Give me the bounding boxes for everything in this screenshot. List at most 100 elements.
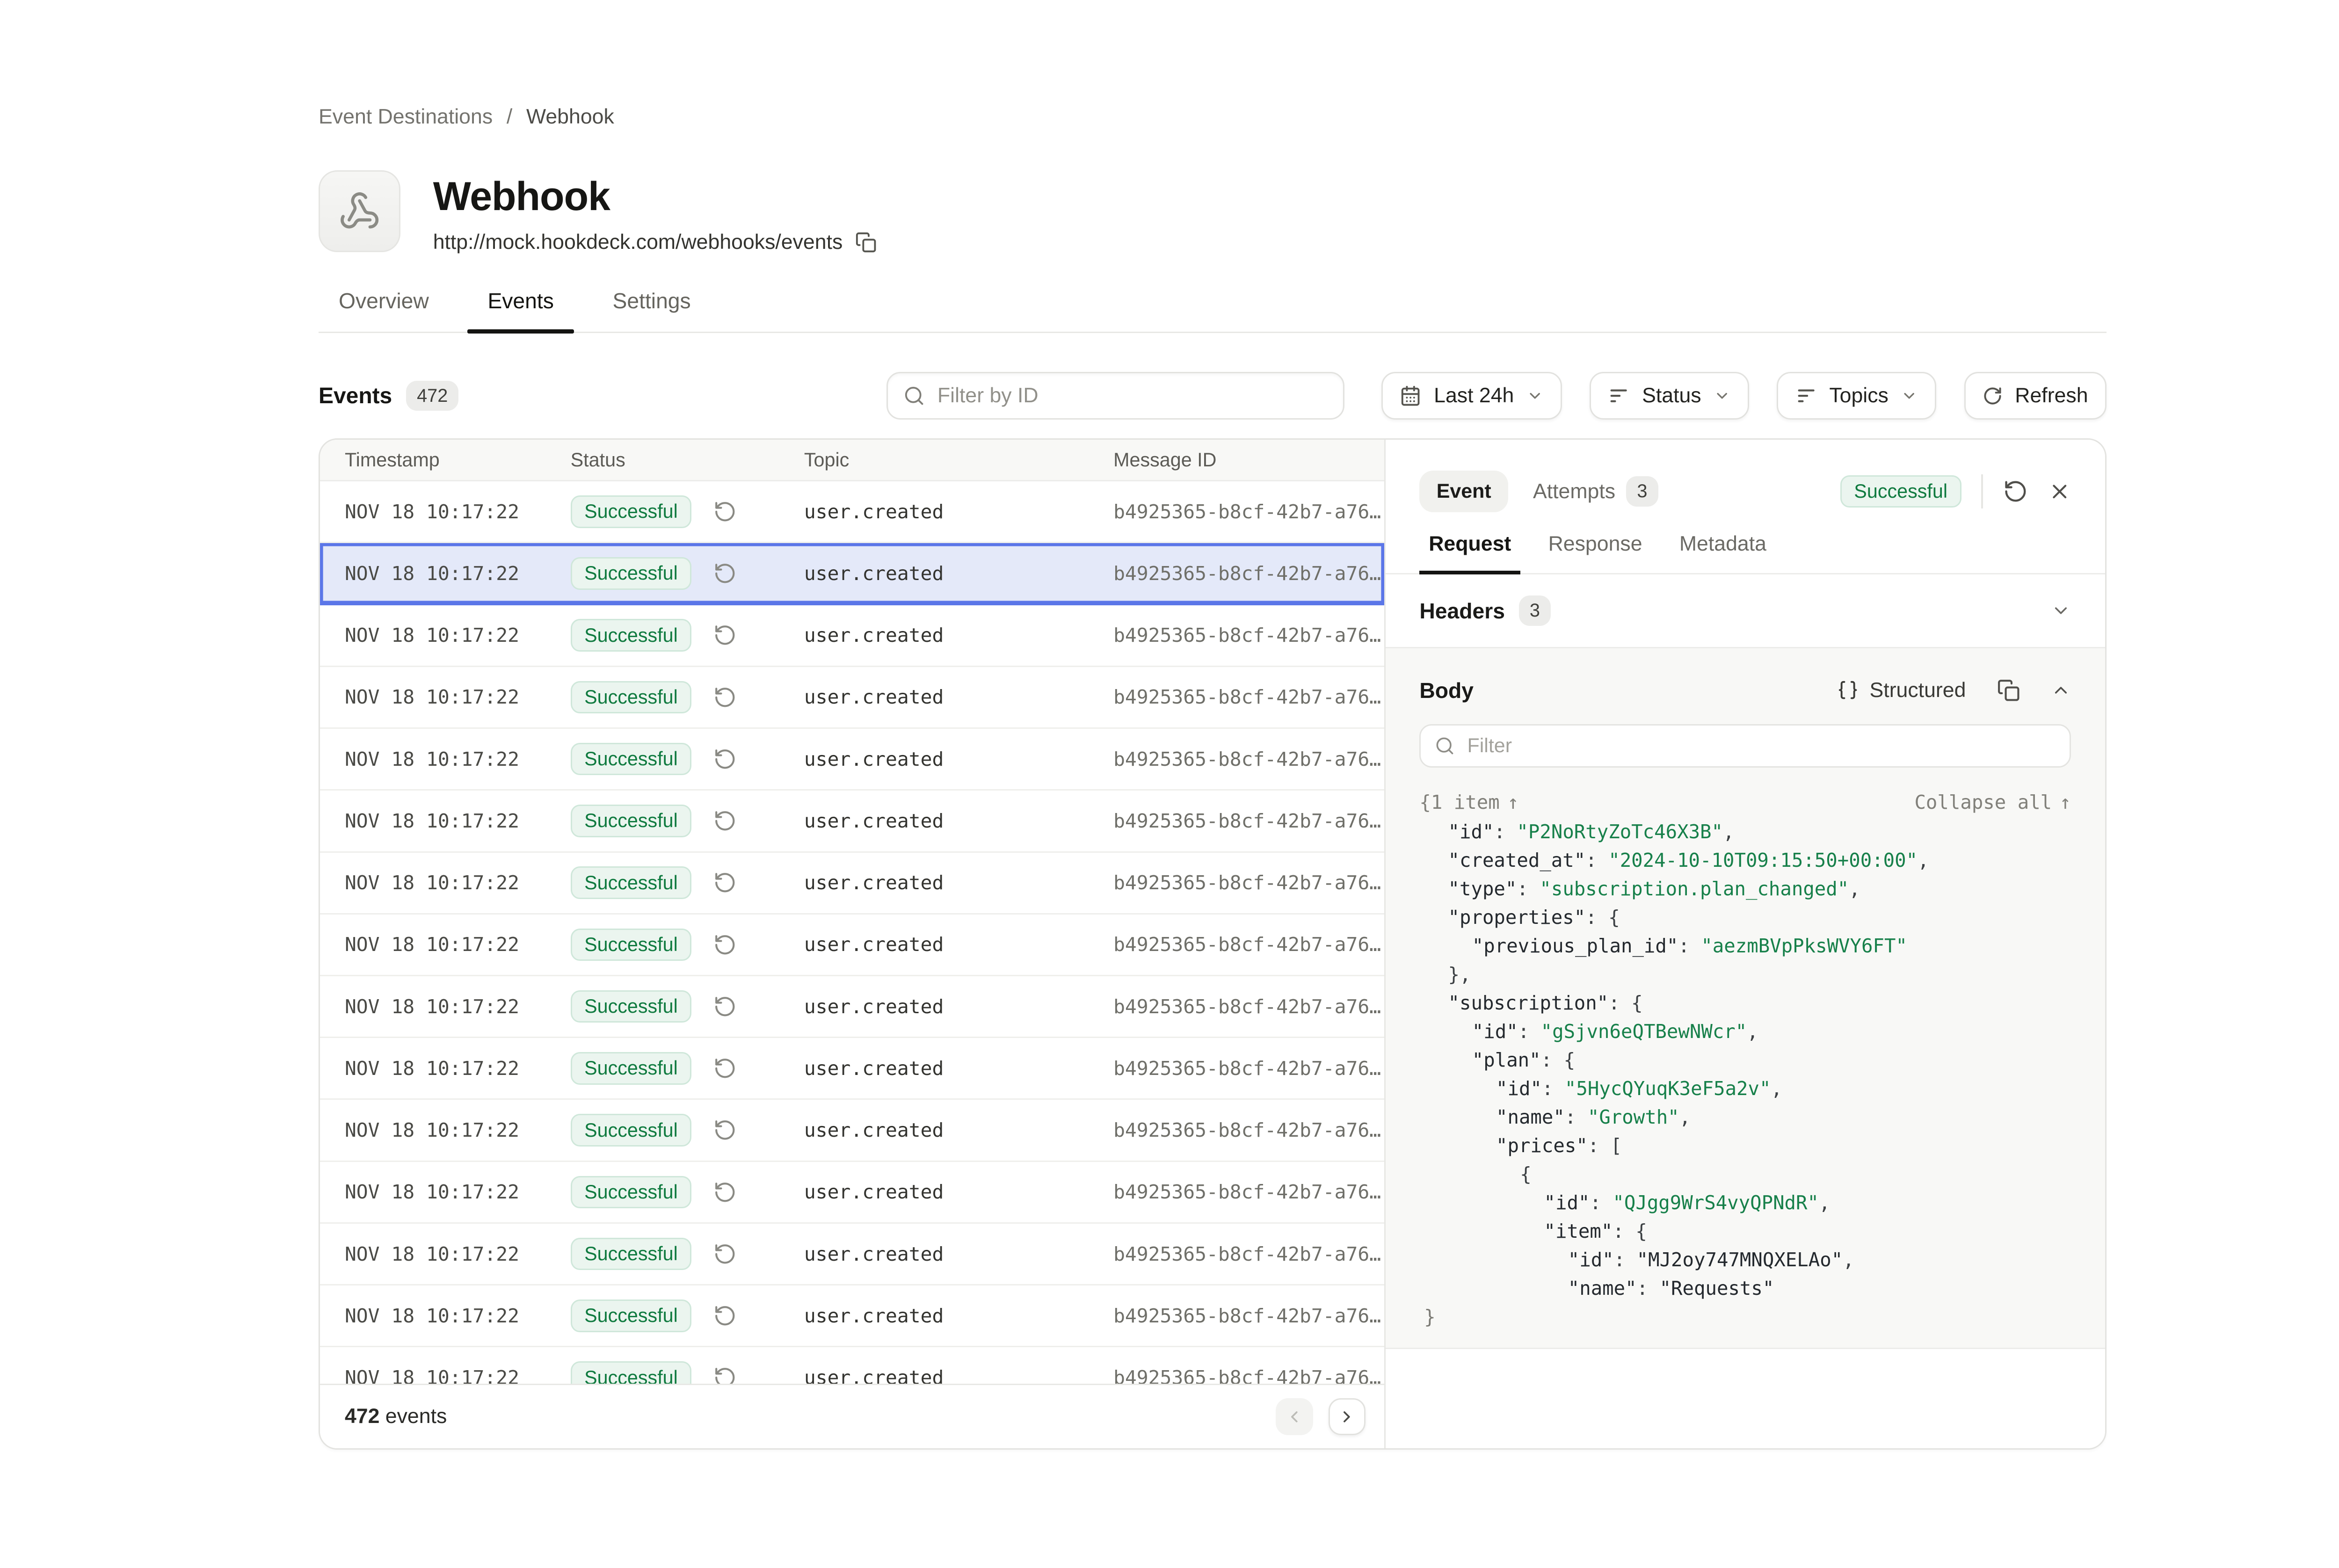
table-row[interactable]: NOV 18 10:17:22 Successful user.created … xyxy=(320,543,1384,605)
webhook-events-page: Event Destinations / Webhook Webhook htt… xyxy=(0,0,2339,1568)
table-row[interactable]: NOV 18 10:17:22 Successful user.created … xyxy=(320,1038,1384,1100)
search-icon xyxy=(1435,736,1455,756)
headers-label: Headers xyxy=(1419,598,1505,624)
table-row[interactable]: NOV 18 10:17:22 Successful user.created … xyxy=(320,667,1384,729)
collapse-all-button[interactable]: Collapse all ↑ xyxy=(1914,791,2071,813)
retry-row-icon[interactable] xyxy=(713,748,737,771)
status-badge: Successful xyxy=(571,1238,692,1270)
status-badge: Successful xyxy=(571,495,692,528)
table-row[interactable]: NOV 18 10:17:22 Successful user.created … xyxy=(320,729,1384,791)
headers-section-toggle[interactable]: Headers 3 xyxy=(1386,574,2105,649)
table-row[interactable]: NOV 18 10:17:22 Successful user.created … xyxy=(320,1347,1384,1385)
table-row[interactable]: NOV 18 10:17:22 Successful user.created … xyxy=(320,605,1384,667)
row-topic: user.created xyxy=(804,686,1113,708)
status-badge: Successful xyxy=(571,1299,692,1332)
topics-filter-button[interactable]: Topics xyxy=(1777,372,1936,420)
copy-url-icon[interactable] xyxy=(855,232,877,253)
retry-row-icon[interactable] xyxy=(713,624,737,647)
refresh-button[interactable]: Refresh xyxy=(1964,372,2107,420)
panel-tab-event[interactable]: Event xyxy=(1419,471,1508,512)
row-timestamp: NOV 18 10:17:22 xyxy=(345,686,571,708)
status-badge: Successful xyxy=(571,929,692,961)
subtab-metadata[interactable]: Metadata xyxy=(1670,532,1776,573)
table-row[interactable]: NOV 18 10:17:22 Successful user.created … xyxy=(320,791,1384,852)
row-message-id: b4925365-b8cf-42b7-a76… xyxy=(1113,1366,1384,1385)
retry-row-icon[interactable] xyxy=(713,1181,737,1204)
table-row[interactable]: NOV 18 10:17:22 Successful user.created … xyxy=(320,1285,1384,1347)
retry-row-icon[interactable] xyxy=(713,1118,737,1142)
retry-row-icon[interactable] xyxy=(713,1304,737,1328)
retry-row-icon[interactable] xyxy=(713,1366,737,1385)
retry-row-icon[interactable] xyxy=(713,500,737,523)
destination-header: Webhook http://mock.hookdeck.com/webhook… xyxy=(319,170,2107,254)
event-status-badge: Successful xyxy=(1840,475,1961,508)
retry-event-icon[interactable] xyxy=(2003,479,2028,504)
refresh-label: Refresh xyxy=(2015,384,2088,407)
subtab-response[interactable]: Response xyxy=(1539,532,1652,573)
subtab-request[interactable]: Request xyxy=(1419,532,1520,573)
next-page-button[interactable] xyxy=(1329,1398,1366,1435)
json-line: "id": "gSjvn6eQTBewNWcr", xyxy=(1419,1017,2071,1046)
table-row[interactable]: NOV 18 10:17:22 Successful user.created … xyxy=(320,1224,1384,1285)
tab-events[interactable]: Events xyxy=(467,288,574,332)
status-filter-button[interactable]: Status xyxy=(1590,372,1749,420)
tab-settings[interactable]: Settings xyxy=(593,288,711,332)
page-title: Webhook xyxy=(433,174,877,220)
body-filter-input[interactable] xyxy=(1467,734,2056,757)
row-timestamp: NOV 18 10:17:22 xyxy=(345,501,571,523)
retry-row-icon[interactable] xyxy=(713,1242,737,1266)
table-row[interactable]: NOV 18 10:17:22 Successful user.created … xyxy=(320,853,1384,915)
events-total: 472 events xyxy=(345,1405,447,1428)
retry-row-icon[interactable] xyxy=(713,562,737,585)
structured-view-toggle[interactable]: Structured xyxy=(1837,679,1966,702)
close-panel-icon[interactable] xyxy=(2048,480,2071,503)
previous-page-button[interactable] xyxy=(1276,1398,1313,1435)
retry-row-icon[interactable] xyxy=(713,1057,737,1080)
table-row[interactable]: NOV 18 10:17:22 Successful user.created … xyxy=(320,976,1384,1038)
table-row[interactable]: NOV 18 10:17:22 Successful user.created … xyxy=(320,481,1384,543)
destination-tabs: Overview Events Settings xyxy=(319,288,2107,334)
json-line: }, xyxy=(1419,960,2071,989)
json-line: "name": "Growth", xyxy=(1419,1103,2071,1132)
copy-body-icon[interactable] xyxy=(1997,679,2020,702)
json-line: "item": { xyxy=(1419,1217,2071,1246)
filter-by-id-input[interactable] xyxy=(937,384,1328,407)
tab-overview[interactable]: Overview xyxy=(319,288,449,332)
row-message-id: b4925365-b8cf-42b7-a76… xyxy=(1113,995,1384,1018)
destination-url: http://mock.hookdeck.com/webhooks/events xyxy=(433,231,843,254)
column-header-timestamp: Timestamp xyxy=(345,449,571,471)
row-topic: user.created xyxy=(804,1119,1113,1141)
row-message-id: b4925365-b8cf-42b7-a76… xyxy=(1113,501,1384,523)
row-timestamp: NOV 18 10:17:22 xyxy=(345,871,571,894)
status-badge: Successful xyxy=(571,557,692,590)
status-badge: Successful xyxy=(571,1114,692,1147)
table-row[interactable]: NOV 18 10:17:22 Successful user.created … xyxy=(320,1100,1384,1161)
time-range-button[interactable]: Last 24h xyxy=(1381,372,1562,420)
json-line: "prices": [ xyxy=(1419,1132,2071,1160)
collapse-body-icon[interactable] xyxy=(2051,680,2071,700)
json-line: } xyxy=(1419,1303,2071,1331)
json-line: "subscription": { xyxy=(1419,989,2071,1017)
panel-tab-attempts[interactable]: Attempts 3 xyxy=(1533,476,1658,507)
status-badge: Successful xyxy=(571,1052,692,1085)
row-timestamp: NOV 18 10:17:22 xyxy=(345,1181,571,1203)
filter-lines-icon xyxy=(1608,385,1629,407)
body-filter-box xyxy=(1419,724,2071,768)
webhook-icon xyxy=(339,190,380,232)
status-badge: Successful xyxy=(571,805,692,837)
table-row[interactable]: NOV 18 10:17:22 Successful user.created … xyxy=(320,1162,1384,1224)
retry-row-icon[interactable] xyxy=(713,686,737,709)
body-section: Body Structured xyxy=(1386,648,2105,1349)
retry-row-icon[interactable] xyxy=(713,995,737,1018)
events-card: Timestamp Status Topic Message ID NOV 18… xyxy=(319,438,2107,1450)
table-row[interactable]: NOV 18 10:17:22 Successful user.created … xyxy=(320,915,1384,976)
column-header-status: Status xyxy=(571,449,804,471)
breadcrumb-parent-link[interactable]: Event Destinations xyxy=(319,105,493,129)
json-root-toggle[interactable]: {1 item ↑ xyxy=(1419,791,1518,813)
row-timestamp: NOV 18 10:17:22 xyxy=(345,1366,571,1385)
json-line: { xyxy=(1419,1160,2071,1189)
row-message-id: b4925365-b8cf-42b7-a76… xyxy=(1113,871,1384,894)
retry-row-icon[interactable] xyxy=(713,809,737,833)
retry-row-icon[interactable] xyxy=(713,871,737,894)
retry-row-icon[interactable] xyxy=(713,933,737,957)
